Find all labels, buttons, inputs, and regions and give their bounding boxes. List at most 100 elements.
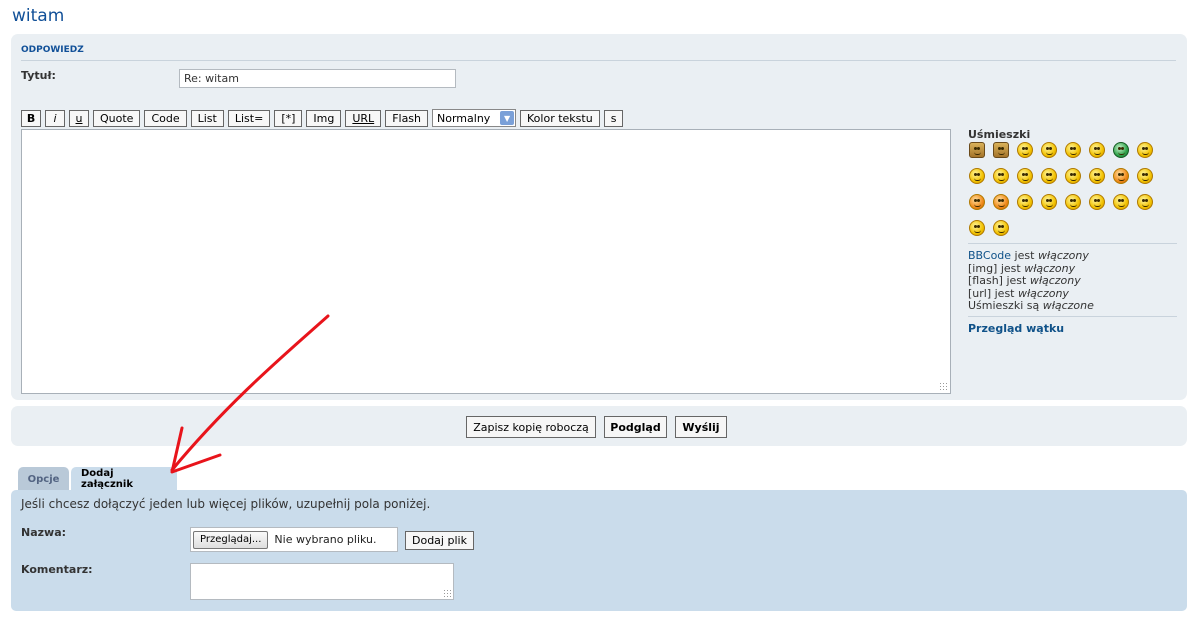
grin-smiley-icon[interactable] [1041, 142, 1057, 158]
subject-input[interactable] [179, 69, 456, 88]
status-text: Uśmieszki są [968, 299, 1043, 313]
smiley-mouth [974, 152, 981, 155]
smiley-mouth [1022, 178, 1029, 181]
ordered-list-button[interactable]: List= [227, 109, 271, 127]
smiley-mouth [1022, 204, 1029, 207]
status-value: włączone [1042, 299, 1094, 313]
divider [968, 243, 1177, 244]
smilies-title: Uśmieszki [968, 128, 1031, 141]
bbcode-link[interactable]: BBCode [968, 249, 1011, 262]
s-button[interactable]: s [603, 109, 624, 127]
font-size-value: Normalny [437, 111, 491, 125]
add-file-button[interactable]: Dodaj plik [405, 531, 474, 550]
submit-actions-panel: Zapisz kopię roboczą Podgląd Wyślij [11, 406, 1187, 446]
rolleyes-smiley-icon[interactable] [1017, 194, 1033, 210]
preview-button[interactable]: Podgląd [604, 416, 667, 438]
tongue-smiley-icon[interactable] [1041, 168, 1057, 184]
confused-smiley-icon[interactable] [1089, 142, 1105, 158]
resize-grip-icon[interactable] [939, 382, 948, 391]
smiley-mouth [1142, 204, 1149, 207]
file-input[interactable]: Przeglądaj... Nie wybrano pliku. [190, 527, 398, 552]
divider [968, 316, 1177, 317]
file-name-label: Nazwa: [21, 526, 67, 539]
list-item-button[interactable]: [*] [274, 109, 303, 127]
lol-smiley-icon[interactable] [1065, 168, 1081, 184]
no-file-text: Nie wybrano pliku. [274, 533, 377, 546]
smiley-mouth [998, 204, 1005, 207]
eek-smiley-icon[interactable] [993, 168, 1009, 184]
divider [21, 60, 1176, 61]
angry-smiley-icon[interactable] [1113, 168, 1129, 184]
save-draft-button[interactable]: Zapisz kopię roboczą [466, 416, 596, 438]
submit-button[interactable]: Wyślij [675, 416, 727, 438]
status-value: włączony [1029, 274, 1081, 288]
question-smiley-icon[interactable] [1065, 194, 1081, 210]
underline-button[interactable]: u [69, 109, 89, 127]
shocked-smiley-icon[interactable] [1137, 142, 1153, 158]
subject-label: Tytuł: [21, 69, 56, 82]
smiley-mouth [998, 230, 1005, 233]
smiley-mouth [1046, 204, 1053, 207]
smiley-mouth [1094, 178, 1101, 181]
smiley-mouth [1118, 152, 1125, 155]
smiley-mouth [1118, 178, 1125, 181]
green-mad-smiley-icon[interactable] [1113, 142, 1129, 158]
status-value: włączony [1024, 261, 1076, 275]
smiley-mouth [1094, 204, 1101, 207]
post-settings-status: BBCode jest włączony [img] jest włączony… [968, 249, 1094, 313]
comment-label: Komentarz: [21, 563, 93, 576]
comment-textarea[interactable] [190, 563, 454, 600]
cool-smiley-icon[interactable] [1017, 168, 1033, 184]
smiley-mouth [998, 152, 1005, 155]
neutral-smiley-icon[interactable] [1137, 168, 1153, 184]
tab-add-attachment[interactable]: Dodaj załącznik [71, 467, 177, 491]
font-size-select[interactable]: Normalny ▼ [432, 109, 517, 127]
smiley-mouth [974, 178, 981, 181]
chevron-down-icon: ▼ [500, 111, 515, 125]
code-button[interactable]: Code [144, 109, 187, 127]
flash-button[interactable]: Flash [385, 109, 429, 127]
list-button[interactable]: List [190, 109, 224, 127]
attachment-description: Jeśli chcesz dołączyć jeden lub więcej p… [21, 497, 431, 511]
resize-grip-icon[interactable] [443, 589, 451, 597]
smiley-mouth [1046, 152, 1053, 155]
status-value: włączony [1018, 286, 1069, 300]
uber-geek-smiley-icon[interactable] [993, 220, 1009, 236]
message-textarea[interactable] [21, 129, 951, 394]
happy-smiley-icon[interactable] [1089, 168, 1105, 184]
smiley-mouth [998, 178, 1005, 181]
arrow-smiley-icon[interactable] [1113, 194, 1129, 210]
twisted-smiley-icon[interactable] [993, 194, 1009, 210]
post-panel: ODPOWIEDZ Tytuł: B i u Quote Code List L… [11, 34, 1187, 400]
topic-review-link[interactable]: Przegląd wątku [968, 322, 1064, 335]
italic-button[interactable]: i [45, 109, 65, 127]
tab-bar: Opcje Dodaj załącznik [18, 467, 177, 491]
exclamation-smiley-icon[interactable] [1041, 194, 1057, 210]
smiley-mouth [1142, 152, 1149, 155]
url-button[interactable]: URL [345, 109, 382, 127]
sad-smiley-icon[interactable] [1137, 194, 1153, 210]
smiley-mouth [1094, 152, 1101, 155]
idea-smiley-icon[interactable] [1089, 194, 1105, 210]
smiley-mouth [1118, 204, 1125, 207]
bbcode-toolbar: B i u Quote Code List List= [*] Img URL … [21, 109, 624, 127]
surprised-smiley-icon[interactable] [969, 168, 985, 184]
thumbs-up-smiley-icon[interactable] [969, 142, 985, 158]
smiley-mouth [1070, 204, 1077, 207]
text-color-button[interactable]: Kolor tekstu [520, 109, 600, 127]
browse-button[interactable]: Przeglądaj... [193, 530, 269, 549]
bold-button[interactable]: B [21, 109, 41, 127]
laughing-smiley-icon[interactable] [1017, 142, 1033, 158]
status-text: jest [1011, 249, 1038, 262]
wink-smiley-icon[interactable] [1065, 142, 1081, 158]
thumbs-down-smiley-icon[interactable] [993, 142, 1009, 158]
smiley-mouth [1022, 152, 1029, 155]
tab-options[interactable]: Opcje [18, 467, 69, 491]
img-button[interactable]: Img [306, 109, 342, 127]
geek-smiley-icon[interactable] [969, 220, 985, 236]
smiley-mouth [974, 230, 981, 233]
smiley-mouth [1070, 178, 1077, 181]
quote-button[interactable]: Quote [93, 109, 141, 127]
smiley-mouth [974, 204, 981, 207]
evil-smiley-icon[interactable] [969, 194, 985, 210]
